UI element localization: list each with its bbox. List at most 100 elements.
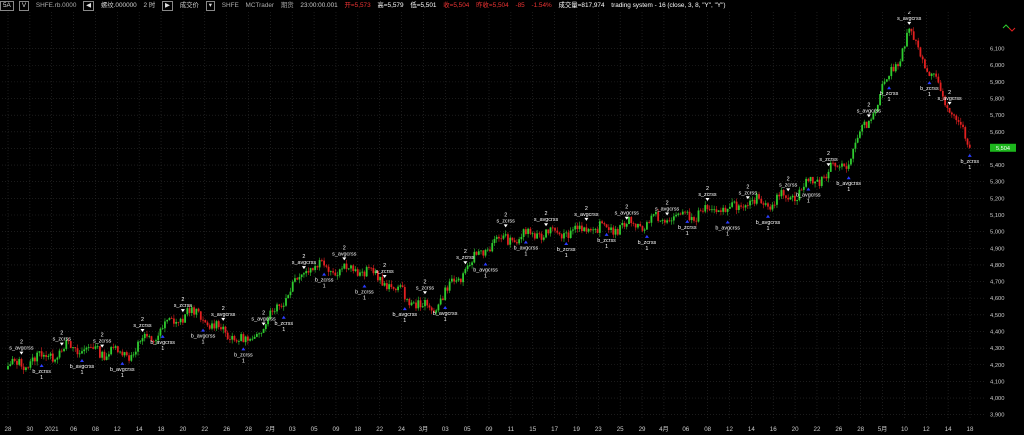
candle-body (486, 249, 489, 251)
candle-body (690, 217, 693, 221)
candle-body (921, 56, 924, 60)
signal-label: s_avgcrss (292, 260, 317, 266)
buy-arrow-icon (120, 361, 125, 365)
candle-body (713, 209, 716, 211)
candle-body (38, 351, 41, 353)
candle-body (516, 242, 518, 244)
candle-body (695, 220, 698, 222)
candle-body (11, 358, 14, 365)
signal-count: 1 (323, 284, 326, 290)
signal-label: s_avgcrss (937, 96, 962, 102)
y-tick-label: 5,400 (990, 163, 1005, 169)
candle-body (802, 186, 805, 190)
candle-body (143, 333, 146, 339)
corner-indicator[interactable] (1002, 24, 1016, 32)
candle-body (953, 114, 955, 116)
candle-body (807, 178, 810, 182)
candle-body (363, 271, 366, 277)
candle-body (430, 307, 433, 311)
interval-button[interactable]: 5A (0, 1, 14, 11)
candle-body (255, 334, 258, 337)
candle-body (110, 347, 113, 355)
candle-body (724, 207, 727, 212)
candle-body (915, 39, 917, 41)
candle-body (417, 300, 420, 309)
candle-body (767, 203, 769, 207)
candle-body (926, 68, 929, 72)
candle-body (213, 323, 216, 329)
signal-label: s_avgcrss (9, 346, 34, 352)
candle-body (72, 347, 74, 348)
candle-body (668, 220, 671, 222)
candle-body (928, 71, 931, 76)
candle-body (663, 220, 666, 223)
candle-body (545, 229, 547, 238)
candle-body (614, 229, 617, 235)
candle-body (950, 112, 953, 115)
candle-body (175, 321, 178, 324)
candle-body (193, 307, 195, 315)
candle-body (54, 359, 56, 362)
candle-body (164, 321, 166, 329)
signal-label: s_avgcrss (615, 211, 640, 217)
candle-body (101, 351, 104, 358)
x-tick-label: 22 (376, 426, 383, 433)
next-arrow-icon[interactable]: ▶ (162, 1, 173, 11)
prev-arrow-icon[interactable]: ◀ (83, 1, 95, 11)
y-tick-label: 6,100 (990, 47, 1005, 53)
candle-body (576, 225, 579, 230)
view-button[interactable]: V (18, 1, 30, 11)
candle-body (220, 327, 222, 330)
candle-body (500, 238, 503, 240)
candle-body (392, 287, 395, 289)
signal-label: s_avgcrss (574, 212, 599, 218)
candle-body (114, 346, 117, 348)
signal-count: 1 (807, 198, 810, 204)
x-tick-label: 29 (639, 426, 646, 433)
candle-body (58, 350, 61, 358)
candle-body (661, 220, 664, 221)
candle-body (897, 64, 899, 67)
candle-body (491, 243, 494, 252)
price-type-label[interactable]: 成交价 (180, 0, 199, 11)
candle-body (327, 266, 330, 272)
candle-body (536, 233, 538, 239)
buy-arrow-icon (806, 187, 811, 191)
candle-body (125, 352, 128, 356)
y-tick-label: 4,900 (990, 246, 1005, 252)
candle-body (596, 229, 599, 233)
candle-body (540, 233, 543, 240)
signal-label: s_zcrss (698, 192, 717, 198)
candle-body (271, 310, 274, 312)
candle-body (910, 28, 913, 32)
symbol-label[interactable]: SHFE.rb.0000 (36, 0, 77, 11)
candle-body (495, 236, 498, 240)
x-tick-label: 12 (114, 426, 121, 433)
candle-body (650, 215, 653, 223)
last-price-label: 5,504 (996, 146, 1010, 152)
candle-body (92, 347, 95, 349)
candle-body (354, 269, 357, 272)
dropdown-chevron-icon[interactable]: ▾ (205, 1, 215, 11)
candle-body (123, 352, 126, 356)
candle-body (412, 302, 415, 304)
candle-body (587, 229, 590, 232)
buy-arrow-icon (765, 214, 770, 218)
buy-arrow-icon (967, 153, 972, 157)
x-tick-label: 12 (923, 426, 930, 433)
candle-body (621, 222, 624, 226)
candle-body (818, 179, 821, 186)
candle-body (838, 166, 841, 168)
time-axis: 28 30 2021 06 08 12 14 18 20 22 26 28 2月 03 05 09 18 22 24… (5, 426, 974, 433)
x-tick-label: 22 (814, 426, 821, 433)
candle-body (605, 224, 608, 228)
price-chart[interactable]: 2s_avgcrssb_zcrss12s_zcrssb_avgcrss12s_z… (0, 0, 1024, 435)
candle-body (341, 268, 343, 270)
x-tick-label: 26 (223, 426, 230, 433)
sell-arrow-icon (422, 291, 427, 295)
candle-body (829, 162, 832, 172)
signal-label: s_zcrss (456, 255, 475, 261)
candle-body (336, 275, 339, 277)
candle-body (244, 336, 247, 343)
timeframe-label[interactable]: 2 时 (144, 0, 156, 11)
